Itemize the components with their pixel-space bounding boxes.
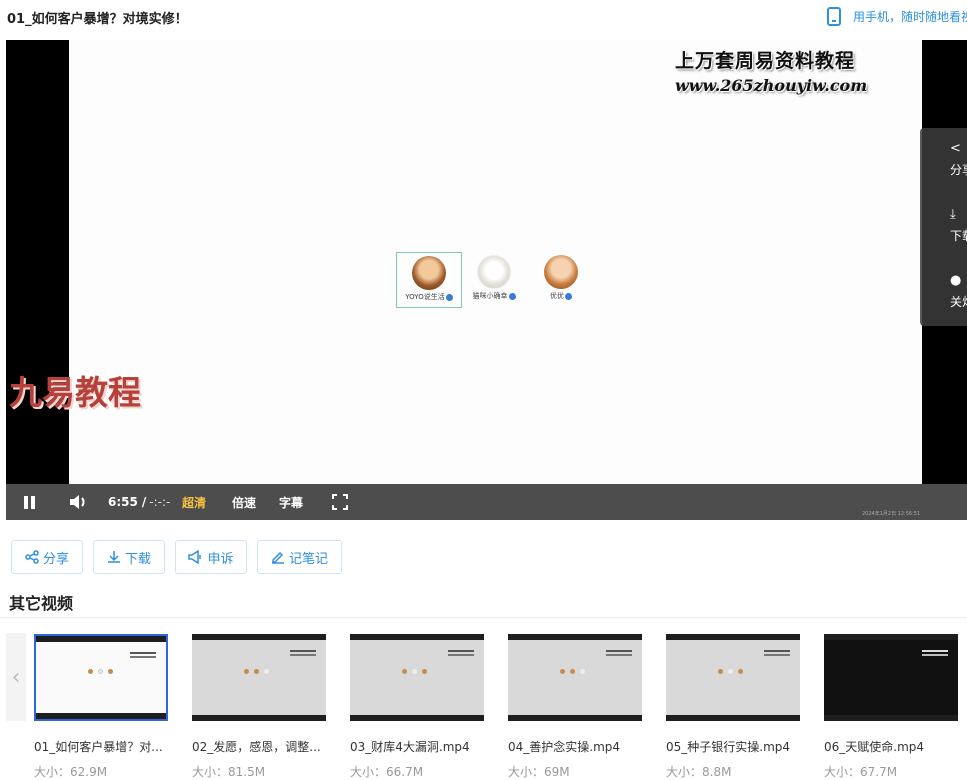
video-thumbnail — [508, 634, 642, 721]
video-title: 06_天赋使命.mp4 — [824, 740, 925, 754]
player-controls: 6:55 / -:-:- 超清 倍速 字幕 — [6, 484, 967, 520]
account-card: 优优 — [528, 252, 594, 308]
download-icon: ⤓ — [950, 207, 956, 222]
verified-icon — [565, 292, 572, 300]
video-card[interactable]: 05_种子银行实操.mp4 大小：8.8M — [666, 634, 800, 780]
chevron-left-icon: ‹ — [11, 664, 21, 690]
video-size: 大小：8.8M — [666, 765, 732, 779]
account-name: 优优 — [550, 292, 564, 300]
video-card[interactable]: 06_天赋使命.mp4 大小：67.7M — [824, 634, 958, 780]
side-download-button[interactable]: ⤓ 下载 — [950, 208, 967, 244]
account-card: YOYO说生活 — [396, 252, 462, 308]
video-title: 04_善护念实操.mp4 — [508, 740, 621, 754]
phone-icon — [827, 7, 841, 26]
light-icon: ● — [950, 273, 962, 288]
volume-button[interactable] — [68, 484, 88, 520]
video-thumbnail — [34, 634, 168, 721]
watermark-brand: 九易教程 — [9, 373, 141, 412]
video-thumbnail — [666, 634, 800, 721]
take-notes-button[interactable]: 记笔记 — [257, 540, 342, 574]
time-separator: / — [141, 495, 147, 509]
download-button[interactable]: 下载 — [93, 540, 165, 574]
volume-icon — [70, 495, 85, 509]
video-thumbnail — [192, 634, 326, 721]
video-title: 05_种子银行实操.mp4 — [666, 740, 791, 754]
pause-button[interactable] — [24, 484, 38, 520]
share-icon — [25, 550, 39, 564]
download-icon — [107, 551, 120, 563]
avatar — [544, 255, 578, 289]
section-title-other-videos: 其它视频 — [9, 594, 74, 613]
video-card[interactable]: 01_如何客户暴增？对... 大小：62.9M — [34, 634, 168, 780]
video-title: 02_发愿，感恩，调整... — [192, 740, 321, 754]
player-side-panel: < 分享 ⤓ 下载 ● 关灯 — [920, 128, 967, 326]
video-card[interactable]: 02_发愿，感恩，调整... 大小：81.5M — [192, 634, 326, 780]
video-title: 01_如何客户暴增？对... — [34, 740, 163, 754]
mobile-watch-label: 用手机，随时随地看视频 — [853, 10, 967, 24]
account-name: 猫咪小确幸 — [472, 292, 508, 300]
watermark-title: 上万套周易资料教程 — [675, 50, 856, 72]
verified-icon — [508, 292, 516, 300]
video-frame: 上万套周易资料教程 www.265zhouyiw.com 九易教程 YOYO说生… — [9, 40, 922, 484]
account-name: YOYO说生活 — [405, 293, 445, 301]
quality-button[interactable]: 超清 — [182, 484, 206, 520]
current-time: 6:55 — [108, 495, 138, 509]
page-title: 01_如何客户暴增？对境实修！ — [7, 12, 188, 27]
timestamp-watermark: 2024年1月2日 12:56:51 — [862, 511, 921, 517]
pause-icon — [24, 495, 38, 509]
top-bar: 01_如何客户暴增？对境实修！ 用手机，随时随地看视频 — [0, 0, 967, 36]
mobile-watch-link[interactable]: 用手机，随时随地看视频 — [827, 7, 967, 26]
account-card: 猫咪小确幸 — [461, 252, 527, 308]
video-player[interactable]: 上万套周易资料教程 www.265zhouyiw.com 九易教程 YOYO说生… — [6, 40, 967, 520]
video-card[interactable]: 04_善护念实操.mp4 大小：69M — [508, 634, 642, 780]
carousel-prev-button[interactable]: ‹ — [6, 633, 26, 721]
share-icon: < — [950, 141, 961, 156]
video-thumbnail — [350, 634, 484, 721]
video-size: 大小：81.5M — [192, 765, 266, 779]
time-display: 6:55 / -:-:- — [108, 484, 170, 520]
appeal-button[interactable]: 申诉 — [175, 540, 247, 574]
side-light-button[interactable]: ● 关灯 — [950, 274, 967, 310]
subtitles-button[interactable]: 字幕 — [279, 484, 303, 520]
video-card[interactable]: 03_财库4大漏洞.mp4 大小：66.7M — [350, 634, 484, 780]
fullscreen-button[interactable] — [332, 484, 348, 520]
video-title: 03_财库4大漏洞.mp4 — [350, 740, 470, 754]
video-size: 大小：66.7M — [350, 765, 424, 779]
watermark-url: www.265zhouyiw.com — [675, 76, 868, 95]
video-size: 大小：62.9M — [34, 765, 108, 779]
megaphone-icon — [188, 550, 202, 564]
verified-icon — [445, 293, 453, 301]
duration: -:-:- — [149, 495, 171, 509]
avatar — [412, 256, 446, 290]
video-thumbnail — [824, 634, 958, 721]
speed-button[interactable]: 倍速 — [232, 484, 256, 520]
video-size: 大小：69M — [508, 765, 570, 779]
divider — [0, 617, 967, 618]
avatar — [477, 255, 511, 289]
video-size: 大小：67.7M — [824, 765, 898, 779]
share-button[interactable]: 分享 — [11, 540, 83, 574]
side-share-button[interactable]: < 分享 — [950, 142, 967, 178]
edit-icon — [271, 551, 284, 564]
fullscreen-icon — [332, 494, 348, 510]
